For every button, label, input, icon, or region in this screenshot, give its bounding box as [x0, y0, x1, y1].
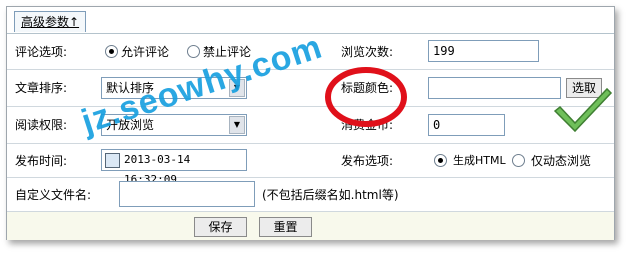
red-circle-annotation — [325, 67, 407, 127]
advanced-params-panel: 高级参数↑ 评论选项: 允许评论 禁止评论 浏览次数: 199 文章排序: 默认… — [6, 6, 615, 240]
checkmark-icon — [553, 87, 613, 133]
